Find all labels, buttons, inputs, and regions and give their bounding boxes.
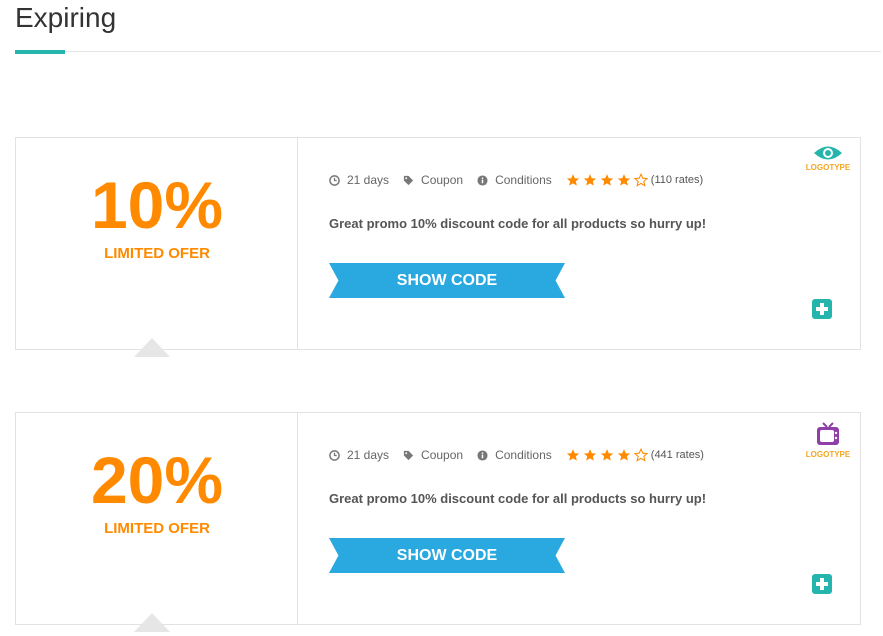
rating-count: (441 rates) <box>650 449 704 461</box>
panel-notch <box>134 338 170 357</box>
brand-logo: LOGOTYPE <box>796 419 860 459</box>
meta-days-label: 21 days <box>347 448 390 462</box>
coupon-card: 10% LIMITED OFER 21 days Coupon Conditio… <box>15 137 861 357</box>
discount-value: 20% <box>90 443 224 517</box>
coupon-description: Great promo 10% discount code for all pr… <box>329 491 707 506</box>
show-code-button[interactable]: SHOW CODE <box>329 538 565 573</box>
star-icon <box>617 449 630 461</box>
meta-conditions-label: Conditions <box>495 173 552 187</box>
info-icon <box>477 449 488 461</box>
meta-conditions[interactable]: Conditions <box>477 173 552 187</box>
discount-value: 10% <box>90 168 224 242</box>
show-code-button[interactable]: SHOW CODE <box>329 263 565 298</box>
coupon-card: 20% LIMITED OFER 21 days Coupon Conditio… <box>15 412 861 632</box>
star-empty-icon <box>633 448 648 462</box>
coupon-discount-panel: 10% LIMITED OFER <box>16 138 298 357</box>
star-icon <box>600 174 613 186</box>
limited-offer-label: LIMITED OFER <box>104 245 210 262</box>
star-icon <box>583 174 596 186</box>
brand-logo: LOGOTYPE <box>796 144 860 184</box>
meta-type[interactable]: Coupon <box>403 448 463 462</box>
meta-type-label: Coupon <box>421 448 464 462</box>
star-icon <box>583 449 596 461</box>
meta-type[interactable]: Coupon <box>403 173 463 187</box>
section-divider <box>15 51 881 52</box>
meta-days: 21 days <box>329 448 389 462</box>
plus-icon[interactable] <box>812 574 832 594</box>
meta-conditions-label: Conditions <box>495 448 552 462</box>
logo-text: LOGOTYPE <box>805 450 851 459</box>
meta-type-label: Coupon <box>421 173 464 187</box>
star-icon <box>566 174 579 186</box>
star-icon <box>566 449 579 461</box>
coupon-discount-panel: 20% LIMITED OFER <box>16 413 298 632</box>
tv-icon <box>817 422 839 445</box>
plus-icon[interactable] <box>812 299 832 319</box>
limited-offer-label: LIMITED OFER <box>104 520 210 537</box>
meta-days: 21 days <box>329 173 389 187</box>
coupon-description: Great promo 10% discount code for all pr… <box>329 216 707 231</box>
rating-count: (110 rates) <box>650 174 704 186</box>
meta-days-label: 21 days <box>347 173 390 187</box>
meta-conditions[interactable]: Conditions <box>477 448 552 462</box>
rating-stars[interactable]: (441 rates) <box>566 448 704 462</box>
tag-icon <box>403 450 414 461</box>
coupon-meta: 21 days Coupon Conditions (110 rates) <box>329 171 703 189</box>
clock-icon <box>329 449 340 461</box>
coupon-meta: 21 days Coupon Conditions (441 rates) <box>329 446 704 464</box>
panel-notch <box>134 613 170 632</box>
logo-text: LOGOTYPE <box>805 163 851 172</box>
clock-icon <box>329 174 340 186</box>
tag-icon <box>403 175 414 186</box>
star-empty-icon <box>633 173 648 187</box>
info-icon <box>477 174 488 186</box>
section-title: Expiring <box>15 2 117 33</box>
rating-stars[interactable]: (110 rates) <box>566 173 703 187</box>
section-title-accent <box>15 50 65 54</box>
eye-icon <box>814 146 842 160</box>
star-icon <box>600 449 613 461</box>
star-icon <box>617 174 630 186</box>
